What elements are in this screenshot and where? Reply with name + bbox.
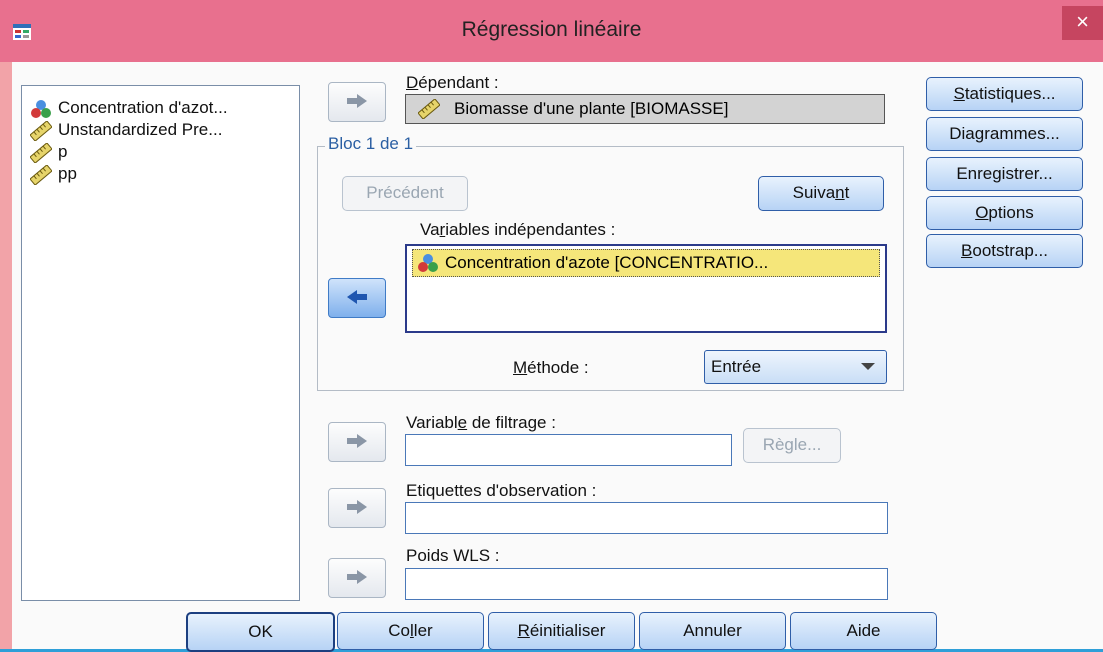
list-item[interactable]: Unstandardized Pre... — [22, 119, 299, 141]
move-to-dependent-button[interactable] — [328, 82, 386, 122]
method-label: Méthode : — [513, 358, 589, 377]
list-item[interactable]: pp — [22, 163, 299, 185]
arrow-left-icon — [347, 290, 367, 304]
list-item-label: Unstandardized Pre... — [58, 120, 223, 139]
move-to-wls-button[interactable] — [328, 558, 386, 598]
independents-label: Variables indépendantes : — [420, 220, 616, 239]
nominal-variable-icon — [418, 254, 438, 272]
move-from-independents-button[interactable] — [328, 278, 386, 318]
wls-field[interactable] — [405, 568, 888, 600]
arrow-right-icon — [347, 570, 367, 584]
previous-block-button[interactable]: Précédent — [342, 176, 468, 211]
options-button[interactable]: Options — [926, 196, 1083, 230]
dependent-value: Biomasse d'une plante [BIOMASSE] — [454, 99, 729, 118]
ruler-icon — [30, 143, 52, 163]
rule-button[interactable]: Règle... — [743, 428, 841, 463]
dependent-label: Dépendant : — [406, 73, 499, 92]
chevron-down-icon — [861, 363, 875, 370]
list-item[interactable]: p — [22, 141, 299, 163]
arrow-right-icon — [347, 94, 367, 108]
window-title: Régression linéaire — [461, 18, 642, 41]
dependent-field[interactable]: Biomasse d'une plante [BIOMASSE] — [405, 94, 885, 124]
title-bar[interactable]: Régression linéaire × — [0, 0, 1103, 62]
next-block-button[interactable]: Suivant — [758, 176, 884, 211]
reset-button[interactable]: Réinitialiser — [488, 612, 635, 650]
block-label: Bloc 1 de 1 — [325, 134, 417, 154]
source-variable-list[interactable]: Concentration d'azot... Unstandardized P… — [21, 85, 300, 601]
case-labels-label: Etiquettes d'observation : — [406, 481, 597, 500]
nominal-variable-icon — [31, 100, 51, 118]
close-button[interactable]: × — [1062, 6, 1103, 40]
list-item[interactable]: Concentration d'azote [CONCENTRATIO... — [412, 249, 880, 277]
save-button[interactable]: Enregistrer... — [926, 157, 1083, 191]
method-select[interactable]: Entrée — [704, 350, 887, 384]
help-button[interactable]: Aide — [790, 612, 937, 650]
wls-label: Poids WLS : — [406, 546, 500, 565]
filter-label: Variable de filtrage : — [406, 413, 556, 432]
method-select-value: Entrée — [711, 357, 762, 376]
plots-button[interactable]: Diagrammes... — [926, 117, 1083, 151]
list-item-label: Concentration d'azot... — [58, 98, 228, 117]
filter-field[interactable] — [405, 434, 732, 466]
move-to-case-labels-button[interactable] — [328, 488, 386, 528]
ruler-icon — [30, 165, 52, 185]
arrow-right-icon — [347, 434, 367, 448]
paste-button[interactable]: Coller — [337, 612, 484, 650]
list-item-label: pp — [58, 164, 77, 183]
statistics-button[interactable]: Statistiques... — [926, 77, 1083, 111]
ruler-icon — [418, 99, 440, 119]
list-item-label: p — [58, 142, 68, 161]
list-item[interactable]: Concentration d'azot... — [22, 97, 299, 119]
ruler-icon — [30, 121, 52, 141]
arrow-right-icon — [347, 500, 367, 514]
cancel-button[interactable]: Annuler — [639, 612, 786, 650]
move-to-filter-button[interactable] — [328, 422, 386, 462]
ok-button[interactable]: OK — [186, 612, 335, 652]
list-item-label: Concentration d'azote [CONCENTRATIO... — [445, 253, 769, 272]
bootstrap-button[interactable]: Bootstrap... — [926, 234, 1083, 268]
case-labels-field[interactable] — [405, 502, 888, 534]
dialog-window: Régression linéaire × Concentration d'az… — [0, 0, 1103, 652]
